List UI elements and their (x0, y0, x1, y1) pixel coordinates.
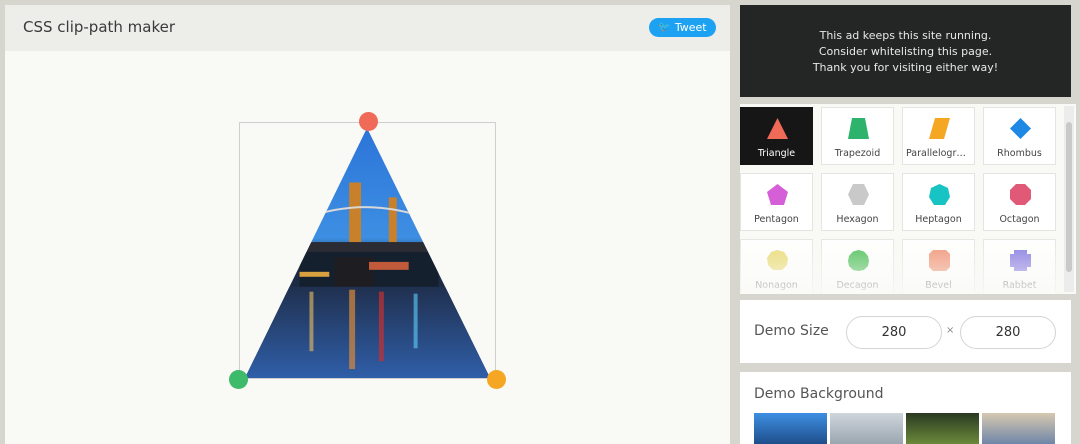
rabbet-icon (1010, 250, 1031, 271)
demo-background-panel: Demo Background (740, 372, 1071, 444)
pentagon-icon (767, 184, 788, 205)
app-title: CSS clip-path maker (23, 18, 176, 36)
clip-point-handle-bottom-left[interactable] (229, 370, 248, 389)
background-thumb-lights[interactable] (906, 413, 979, 444)
ad-banner: This ad keeps this site running. Conside… (740, 5, 1071, 97)
heptagon-icon (929, 184, 950, 205)
shape-picker: Triangle Trapezoid Parallelogra... Rhombus P… (740, 104, 1076, 294)
rhombus-icon (1010, 118, 1031, 139)
twitter-bird-icon: 🐦 (658, 21, 671, 33)
shape-tile-octagon[interactable]: Octagon (983, 173, 1056, 231)
shape-label: Nonagon (755, 280, 798, 291)
shape-tile-nonagon[interactable]: Nonagon (740, 239, 813, 294)
trapezoid-icon (848, 118, 869, 139)
clip-point-handle-top[interactable] (359, 112, 378, 131)
demo-area-frame (239, 122, 496, 379)
shape-tile-triangle[interactable]: Triangle (740, 107, 813, 165)
clipped-demo-image (244, 127, 491, 378)
shape-tile-heptagon[interactable]: Heptagon (902, 173, 975, 231)
shape-label: Pentagon (754, 214, 799, 225)
clip-point-handle-bottom-right[interactable] (487, 370, 506, 389)
background-thumb-mountains[interactable] (830, 413, 903, 444)
octagon-icon (1010, 184, 1031, 205)
shape-label: Rabbet (1002, 280, 1037, 291)
triangle-icon (767, 118, 788, 139)
shape-tile-rhombus[interactable]: Rhombus (983, 107, 1056, 165)
background-thumb-sunset[interactable] (982, 413, 1055, 444)
shape-tile-rabbet[interactable]: Rabbet (983, 239, 1056, 294)
demo-width-input[interactable] (846, 316, 942, 349)
shape-tile-trapezoid[interactable]: Trapezoid (821, 107, 894, 165)
demo-size-label: Demo Size (754, 323, 829, 339)
demo-background-label: Demo Background (754, 386, 884, 402)
shape-tile-bevel[interactable]: Bevel (902, 239, 975, 294)
tweet-label: Tweet (674, 21, 707, 34)
main-header: CSS clip-path maker 🐦 Tweet (5, 5, 730, 51)
shape-scrollbar-thumb[interactable] (1066, 122, 1072, 272)
background-thumb-bridge[interactable] (754, 413, 827, 444)
shape-tile-hexagon[interactable]: Hexagon (821, 173, 894, 231)
demo-size-panel: Demo Size × (740, 300, 1071, 363)
ad-line-2: Consider whitelisting this page. (818, 44, 993, 58)
shape-tile-decagon[interactable]: Decagon (821, 239, 894, 294)
shape-label: Rhombus (997, 148, 1042, 159)
shape-tile-parallelogra[interactable]: Parallelogra... (902, 107, 975, 165)
size-separator: × (946, 325, 955, 336)
shape-label: Triangle (757, 148, 796, 159)
shape-label: Decagon (836, 280, 879, 291)
parallelogram-icon (929, 118, 950, 139)
decagon-icon (848, 250, 869, 271)
bevel-icon (929, 250, 950, 271)
shape-tile-pentagon[interactable]: Pentagon (740, 173, 813, 231)
shape-label: Parallelogra... (906, 148, 972, 159)
shape-label: Hexagon (836, 214, 879, 225)
shape-label: Octagon (999, 214, 1040, 225)
ad-line-1: This ad keeps this site running. (819, 28, 992, 42)
nonagon-icon (767, 250, 788, 270)
demo-height-input[interactable] (960, 316, 1056, 349)
hexagon-icon (848, 184, 869, 205)
tweet-button[interactable]: 🐦 Tweet (649, 18, 716, 37)
shape-label: Heptagon (915, 214, 962, 225)
shape-label: Bevel (925, 280, 952, 291)
ad-line-3: Thank you for visiting either way! (812, 60, 999, 74)
shape-label: Trapezoid (834, 148, 881, 159)
